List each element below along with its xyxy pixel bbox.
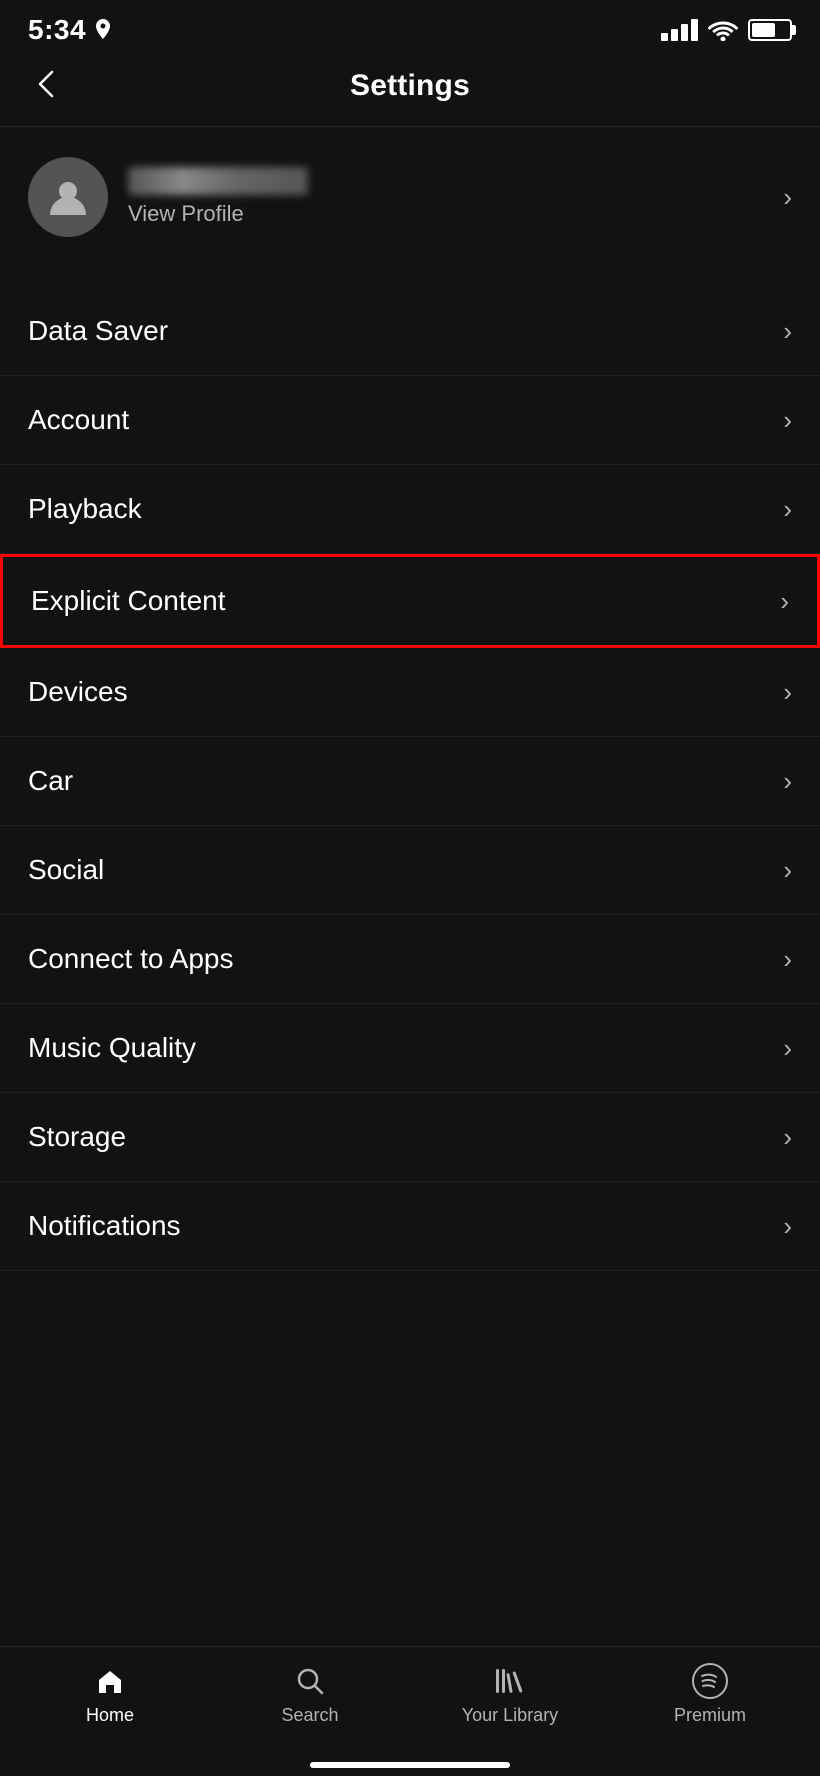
nav-item-library[interactable]: Your Library (450, 1663, 570, 1726)
settings-list: Data Saver›Account›Playback›Explicit Con… (0, 287, 820, 1271)
nav-label-premium: Premium (674, 1705, 746, 1726)
settings-chevron-devices: › (783, 677, 792, 708)
settings-chevron-notifications: › (783, 1211, 792, 1242)
settings-label-social: Social (28, 854, 104, 886)
nav-label-library: Your Library (462, 1705, 558, 1726)
person-icon (46, 175, 90, 219)
library-icon (492, 1663, 528, 1699)
status-time: 5:34 (28, 14, 86, 46)
signal-icon (661, 19, 698, 41)
settings-chevron-social: › (783, 855, 792, 886)
settings-chevron-account: › (783, 405, 792, 436)
profile-name-blurred (128, 167, 308, 195)
settings-item-explicit-content[interactable]: Explicit Content › (0, 554, 820, 648)
settings-label-account: Account (28, 404, 129, 436)
settings-chevron-storage: › (783, 1122, 792, 1153)
settings-item-notifications[interactable]: Notifications › (0, 1182, 820, 1271)
settings-label-data-saver: Data Saver (28, 315, 168, 347)
page-title: Settings (350, 69, 470, 103)
settings-item-data-saver[interactable]: Data Saver › (0, 287, 820, 376)
nav-item-search[interactable]: Search (250, 1663, 370, 1726)
settings-label-playback: Playback (28, 493, 142, 525)
settings-item-storage[interactable]: Storage › (0, 1093, 820, 1182)
settings-label-notifications: Notifications (28, 1210, 181, 1242)
settings-chevron-data-saver: › (783, 316, 792, 347)
nav-item-premium[interactable]: Premium (650, 1663, 770, 1726)
search-icon (292, 1663, 328, 1699)
nav-label-search: Search (281, 1705, 338, 1726)
status-icons (661, 19, 792, 41)
spotify-icon (692, 1663, 728, 1699)
settings-item-devices[interactable]: Devices › (0, 648, 820, 737)
settings-chevron-connect-to-apps: › (783, 944, 792, 975)
bottom-nav: Home Search Your Library (0, 1646, 820, 1776)
settings-chevron-playback: › (783, 494, 792, 525)
back-button[interactable] (28, 60, 64, 113)
location-icon (94, 19, 112, 41)
settings-item-connect-to-apps[interactable]: Connect to Apps › (0, 915, 820, 1004)
home-indicator (310, 1762, 510, 1768)
settings-label-devices: Devices (28, 676, 128, 708)
settings-chevron-music-quality: › (783, 1033, 792, 1064)
avatar (28, 157, 108, 237)
nav-label-home: Home (86, 1705, 134, 1726)
view-profile-label: View Profile (128, 201, 244, 226)
wifi-icon (708, 19, 738, 41)
nav-item-home[interactable]: Home (50, 1663, 170, 1726)
status-bar: 5:34 (0, 0, 820, 56)
settings-label-car: Car (28, 765, 73, 797)
settings-item-music-quality[interactable]: Music Quality › (0, 1004, 820, 1093)
settings-label-storage: Storage (28, 1121, 126, 1153)
settings-item-account[interactable]: Account › (0, 376, 820, 465)
settings-item-playback[interactable]: Playback › (0, 465, 820, 554)
profile-section[interactable]: View Profile › (0, 127, 820, 267)
page-content: View Profile › Data Saver›Account›Playba… (0, 127, 820, 1411)
settings-label-music-quality: Music Quality (28, 1032, 196, 1064)
profile-chevron-icon: › (783, 182, 792, 213)
settings-label-connect-to-apps: Connect to Apps (28, 943, 233, 975)
settings-header: Settings (0, 56, 820, 126)
settings-chevron-car: › (783, 766, 792, 797)
battery-icon (748, 19, 792, 41)
settings-label-explicit-content: Explicit Content (31, 585, 226, 617)
settings-item-car[interactable]: Car › (0, 737, 820, 826)
home-icon (92, 1663, 128, 1699)
settings-item-social[interactable]: Social › (0, 826, 820, 915)
settings-chevron-explicit-content: › (780, 586, 789, 617)
status-time-area: 5:34 (28, 14, 112, 46)
